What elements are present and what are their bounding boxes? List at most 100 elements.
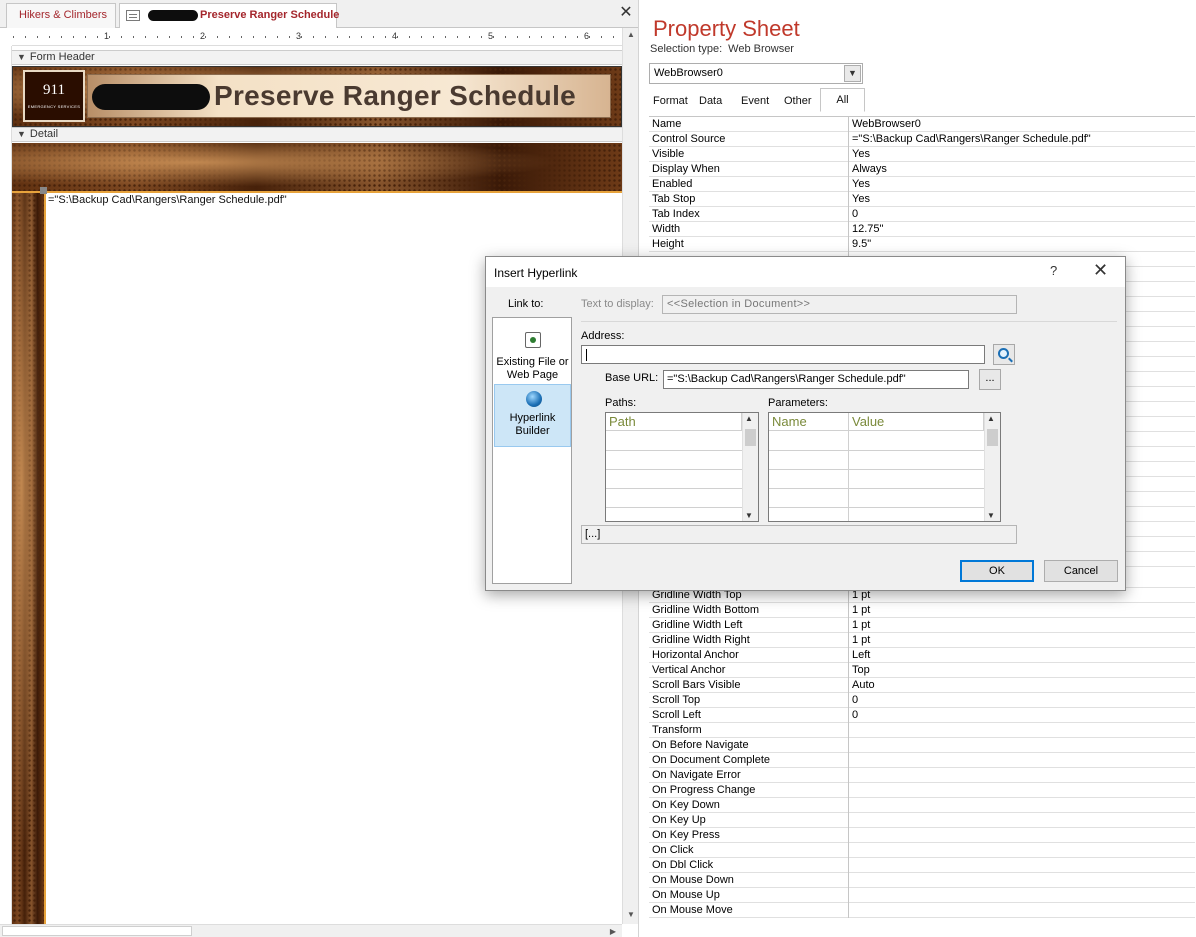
close-document-icon[interactable]: ✕ <box>617 4 635 22</box>
property-value[interactable]: 9.5" <box>850 237 1195 252</box>
property-value[interactable]: 1 pt <box>850 633 1195 648</box>
scroll-right-icon[interactable]: ▶ <box>606 925 620 937</box>
property-row[interactable]: On Dbl Click <box>649 858 1195 873</box>
tab-event[interactable]: Event <box>737 90 773 112</box>
link-hyperlink-builder-button[interactable]: Hyperlink Builder <box>494 384 571 447</box>
property-row[interactable]: Width 12.75" <box>649 222 1195 237</box>
property-value[interactable] <box>850 888 1195 903</box>
property-row[interactable]: Scroll Top 0 <box>649 693 1195 708</box>
property-value[interactable]: 12.75" <box>850 222 1195 237</box>
object-selector[interactable]: WebBrowser0 ▼ <box>649 63 863 84</box>
cancel-button[interactable]: Cancel <box>1044 560 1118 582</box>
scroll-up-icon[interactable]: ▲ <box>987 414 995 423</box>
property-row[interactable]: On Key Press <box>649 828 1195 843</box>
move-handle[interactable] <box>40 187 47 194</box>
scroll-up-icon[interactable]: ▲ <box>745 414 753 423</box>
dialog-title-bar[interactable]: Insert Hyperlink ? ✕ <box>486 257 1125 287</box>
property-row[interactable]: Visible Yes <box>649 147 1195 162</box>
property-row[interactable]: On Key Down <box>649 798 1195 813</box>
property-value[interactable]: 1 pt <box>850 603 1195 618</box>
property-value[interactable]: Left <box>850 648 1195 663</box>
property-row[interactable]: Scroll Left 0 <box>649 708 1195 723</box>
property-row[interactable]: Vertical Anchor Top <box>649 663 1195 678</box>
property-row[interactable]: Tab Index 0 <box>649 207 1195 222</box>
tab-all[interactable]: All <box>820 88 865 112</box>
property-value[interactable] <box>850 753 1195 768</box>
property-value[interactable] <box>850 858 1195 873</box>
property-value[interactable]: ="S:\Backup Cad\Rangers\Ranger Schedule.… <box>850 132 1195 147</box>
link-existing-file-button[interactable]: Existing File or Web Page <box>494 320 571 382</box>
tab-preserve-ranger-schedule[interactable]: Preserve Ranger Schedule <box>119 3 339 28</box>
property-value[interactable]: WebBrowser0 <box>850 117 1195 132</box>
tab-format[interactable]: Format <box>649 90 692 112</box>
property-row[interactable]: On Mouse Down <box>649 873 1195 888</box>
property-value[interactable]: Top <box>850 663 1195 678</box>
property-row[interactable]: On Click <box>649 843 1195 858</box>
property-value[interactable]: Auto <box>850 678 1195 693</box>
property-value[interactable] <box>850 783 1195 798</box>
property-row[interactable]: On Navigate Error <box>649 768 1195 783</box>
property-value[interactable] <box>850 798 1195 813</box>
property-row[interactable]: On Before Navigate <box>649 738 1195 753</box>
scroll-thumb[interactable] <box>745 429 756 446</box>
property-value[interactable] <box>850 813 1195 828</box>
property-value[interactable] <box>850 723 1195 738</box>
ok-button[interactable]: OK <box>960 560 1034 582</box>
base-url-input[interactable]: ="S:\Backup Cad\Rangers\Ranger Schedule.… <box>663 370 969 389</box>
property-value[interactable] <box>850 828 1195 843</box>
paths-scrollbar[interactable]: ▲ ▼ <box>742 413 758 521</box>
property-value[interactable]: 0 <box>850 708 1195 723</box>
parameters-grid[interactable]: Name Value ▲ ▼ <box>768 412 1001 522</box>
parameters-scrollbar[interactable]: ▲ ▼ <box>984 413 1000 521</box>
title-label-control[interactable]: Preserve Ranger Schedule <box>87 74 611 118</box>
property-row[interactable]: Display When Always <box>649 162 1195 177</box>
tab-data[interactable]: Data <box>695 90 726 112</box>
form-header-section-bar[interactable]: ▼ Form Header <box>12 50 622 65</box>
property-row[interactable]: On Mouse Up <box>649 888 1195 903</box>
property-row[interactable]: On Document Complete <box>649 753 1195 768</box>
property-row[interactable]: Tab Stop Yes <box>649 192 1195 207</box>
base-url-builder-button[interactable]: ... <box>979 369 1001 390</box>
property-row[interactable]: Name WebBrowser0 <box>649 117 1195 132</box>
property-value[interactable]: 1 pt <box>850 618 1195 633</box>
detail-section-bar[interactable]: ▼ Detail <box>12 127 622 142</box>
property-row[interactable]: Horizontal Anchor Left <box>649 648 1195 663</box>
scroll-thumb[interactable] <box>2 926 192 936</box>
property-value[interactable] <box>850 873 1195 888</box>
property-value[interactable]: Always <box>850 162 1195 177</box>
property-value[interactable]: Yes <box>850 192 1195 207</box>
property-value[interactable] <box>850 903 1195 918</box>
property-row[interactable]: Control Source ="S:\Backup Cad\Rangers\Ra… <box>649 132 1195 147</box>
close-icon[interactable]: ✕ <box>1093 260 1108 281</box>
chevron-down-icon[interactable]: ▼ <box>844 65 861 82</box>
paths-grid[interactable]: Path ▲ ▼ <box>605 412 759 522</box>
scroll-up-icon[interactable]: ▲ <box>623 28 639 42</box>
designer-horizontal-scrollbar[interactable]: ▶ <box>0 924 622 937</box>
scroll-down-icon[interactable]: ▼ <box>623 908 639 922</box>
property-row[interactable]: On Progress Change <box>649 783 1195 798</box>
property-value[interactable] <box>850 843 1195 858</box>
tab-hikers-climbers[interactable]: Hikers & Climbers <box>6 3 116 28</box>
scroll-thumb[interactable] <box>987 429 998 446</box>
tab-other[interactable]: Other <box>780 90 816 112</box>
property-value[interactable]: 0 <box>850 207 1195 222</box>
property-row[interactable]: On Key Up <box>649 813 1195 828</box>
property-value[interactable]: 0 <box>850 693 1195 708</box>
property-row[interactable]: Transform <box>649 723 1195 738</box>
property-row[interactable]: On Mouse Move <box>649 903 1195 918</box>
property-row[interactable]: Height 9.5" <box>649 237 1195 252</box>
property-value[interactable] <box>850 768 1195 783</box>
property-value[interactable]: Yes <box>850 147 1195 162</box>
property-row[interactable]: Gridline Width Bottom 1 pt <box>649 603 1195 618</box>
property-row[interactable]: Gridline Width Right 1 pt <box>649 633 1195 648</box>
property-value[interactable] <box>850 738 1195 753</box>
scroll-down-icon[interactable]: ▼ <box>987 511 995 520</box>
property-row[interactable]: Gridline Width Left 1 pt <box>649 618 1195 633</box>
property-row[interactable]: Enabled Yes <box>649 177 1195 192</box>
scroll-down-icon[interactable]: ▼ <box>745 511 753 520</box>
property-row[interactable]: Scroll Bars Visible Auto <box>649 678 1195 693</box>
browse-web-button[interactable] <box>993 344 1015 365</box>
help-icon[interactable]: ? <box>1050 263 1057 278</box>
address-input[interactable] <box>581 345 985 364</box>
property-value[interactable]: Yes <box>850 177 1195 192</box>
